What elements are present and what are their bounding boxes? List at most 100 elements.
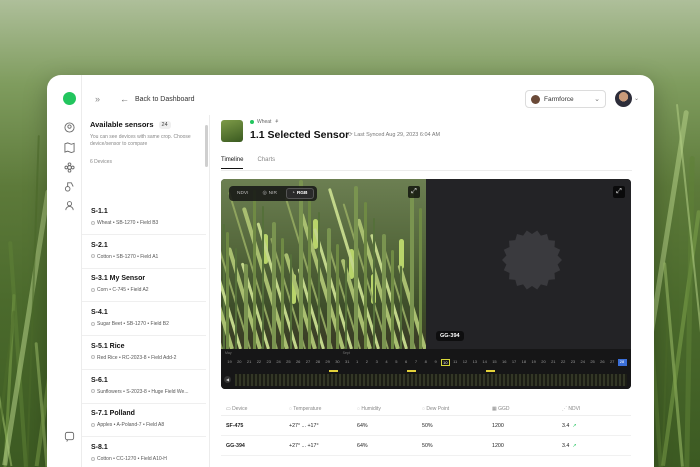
sensor-name: S-4.1 bbox=[91, 309, 108, 317]
sensor-list-item[interactable]: S-3.1 My Sensor Corn • C-745 • Field A2 bbox=[82, 269, 206, 303]
expand-sidebar-icon[interactable]: » bbox=[95, 94, 100, 104]
crop-dot-icon bbox=[91, 422, 95, 427]
timeline-day[interactable]: 30 bbox=[333, 359, 342, 366]
timeline-day[interactable]: 6 bbox=[402, 359, 411, 366]
timeline-day[interactable]: 22 bbox=[254, 359, 263, 366]
timeline-day[interactable]: 21 bbox=[245, 359, 254, 366]
sensor-list-item[interactable]: S-7.1 Polland Apples • A-Poland-7 • Field… bbox=[82, 404, 206, 438]
column-header-label: Temperature bbox=[293, 405, 322, 412]
sensor-meta: Red Rice • RC-2023-8 • Field Add-2 bbox=[91, 355, 197, 361]
table-header: ▭ Device ◌ Temperature ◌ Humidity ◌ Dew Poi… bbox=[221, 402, 631, 416]
timeline-day[interactable]: 26 bbox=[598, 359, 607, 366]
farm-select[interactable]: Farmforce ⌄ bbox=[525, 90, 606, 108]
timeline-day[interactable]: 9 bbox=[431, 359, 440, 366]
sensor-list-item[interactable]: S-1.1 Wheat • SB-1270 • Field B3 bbox=[82, 202, 206, 235]
timeline-day[interactable]: 24 bbox=[578, 359, 587, 366]
timeline-day[interactable]: 2 bbox=[362, 359, 371, 366]
timeline-day[interactable]: 12 bbox=[461, 359, 470, 366]
mode-ndvi[interactable]: NDVI bbox=[232, 189, 253, 198]
timeline-day[interactable]: 7 bbox=[411, 359, 420, 366]
timeline-day[interactable]: 15 bbox=[490, 359, 499, 366]
timeline-day[interactable]: 1 bbox=[353, 359, 362, 366]
back-to-dashboard-link[interactable]: ← Back to Dashboard bbox=[120, 94, 195, 104]
table-row[interactable]: SF-475 +27° ... +17° 64% 50% 1200 3.4 ↗ bbox=[221, 416, 631, 436]
tab-timeline[interactable]: Timeline bbox=[221, 157, 244, 169]
wheat-leaf bbox=[308, 196, 312, 349]
sensor-list-item[interactable]: S-8.1 Cotton • CC-1270 • Field A10-H bbox=[82, 438, 206, 467]
timeline-day[interactable]: 25 bbox=[588, 359, 597, 366]
timeline-day[interactable]: 10 bbox=[440, 359, 450, 366]
timeline-day[interactable]: 28 bbox=[313, 359, 322, 366]
crop-photo[interactable]: NDVI ◎ NIR ◔ RGB ⤢ bbox=[221, 179, 426, 349]
user-avatar[interactable] bbox=[615, 90, 632, 107]
sensor-name: S-8.1 bbox=[91, 443, 108, 451]
timeline-day[interactable]: 17 bbox=[510, 359, 519, 366]
timeline-day[interactable]: 24 bbox=[274, 359, 283, 366]
wheat-leaf bbox=[326, 228, 331, 349]
user-icon[interactable] bbox=[64, 200, 75, 211]
timeline-day[interactable]: 23 bbox=[264, 359, 273, 366]
last-synced: ⟳ Last Synced Aug 29, 2023 6:04 AM bbox=[348, 132, 440, 138]
timeline-day[interactable]: 31 bbox=[343, 359, 352, 366]
chevron-down-icon[interactable]: ⌄ bbox=[634, 95, 639, 102]
timeline-day[interactable]: 29 bbox=[323, 359, 332, 366]
timeline-day[interactable]: 26 bbox=[294, 359, 303, 366]
sensor-name: S-6.1 bbox=[91, 376, 108, 384]
table-row[interactable]: GG-394 +27° ... +17° 64% 50% 1200 3.4 ↗ bbox=[221, 436, 631, 456]
plant-icon[interactable] bbox=[64, 162, 75, 173]
timeline-day[interactable]: 28 bbox=[617, 359, 627, 366]
placeholder-image-icon bbox=[502, 230, 562, 290]
timeline-track[interactable] bbox=[235, 374, 627, 386]
chat-icon[interactable] bbox=[64, 431, 75, 442]
timeline-day[interactable]: 5 bbox=[392, 359, 401, 366]
timeline-day[interactable]: 23 bbox=[568, 359, 577, 366]
column-header: ▦ GGD bbox=[492, 406, 562, 412]
nir-icon: ◎ bbox=[262, 191, 267, 196]
timeline-day[interactable]: 11 bbox=[451, 359, 460, 366]
sensor-list-item[interactable]: S-6.1 Sunflowers • S-2023-8 • Huge Field … bbox=[82, 371, 206, 404]
sensor-list-item[interactable]: S-5.1 Rice Red Rice • RC-2023-8 • Field A… bbox=[82, 337, 206, 370]
timeline-day[interactable]: 25 bbox=[284, 359, 293, 366]
timeline-day[interactable]: 3 bbox=[372, 359, 381, 366]
timeline-marker bbox=[329, 370, 338, 372]
timeline[interactable]: May Sept 19 20 21 22 23 24 25 26 27 28 29 30 31 1 2 3 4 5… bbox=[221, 349, 631, 389]
timeline-day[interactable]: 19 bbox=[529, 359, 538, 366]
table-cell-text: 50% bbox=[422, 442, 433, 449]
wheat-leaf bbox=[382, 234, 386, 349]
chevron-left-icon[interactable]: ◀ bbox=[224, 376, 231, 383]
column-header: ◌ Dew Point bbox=[422, 406, 492, 412]
image-viewer: NDVI ◎ NIR ◔ RGB ⤢ ⤢ GG-394 May Sept 19 20 2… bbox=[221, 179, 631, 389]
timeline-day[interactable]: 27 bbox=[304, 359, 313, 366]
timeline-day[interactable]: 16 bbox=[500, 359, 509, 366]
tractor-icon[interactable] bbox=[64, 181, 75, 192]
wheat-leaf bbox=[253, 190, 257, 349]
sensor-meta: Sunflowers • S-2023-8 • Huge Field We... bbox=[91, 389, 197, 395]
fullscreen-icon[interactable]: ⤢ bbox=[613, 186, 625, 198]
wheat-leaf bbox=[244, 264, 248, 349]
scrollbar[interactable] bbox=[205, 125, 208, 167]
timeline-day[interactable]: 20 bbox=[539, 359, 548, 366]
column-header-label: Humidity bbox=[361, 405, 381, 412]
timeline-day[interactable]: 21 bbox=[549, 359, 558, 366]
fullscreen-icon[interactable]: ⤢ bbox=[408, 186, 420, 198]
dashboard-icon[interactable] bbox=[64, 122, 75, 133]
table-cell: 50% bbox=[422, 423, 492, 429]
wheat-leaf bbox=[317, 212, 320, 349]
timeline-day[interactable]: 4 bbox=[382, 359, 391, 366]
sensor-list-item[interactable]: S-4.1 Sugar Beet • SB-1270 • Field B2 bbox=[82, 303, 206, 337]
timeline-day[interactable]: 19 bbox=[225, 359, 234, 366]
map-icon[interactable] bbox=[64, 142, 75, 153]
timeline-day[interactable]: 22 bbox=[559, 359, 568, 366]
timeline-day[interactable]: 27 bbox=[608, 359, 617, 366]
timeline-day[interactable]: 14 bbox=[480, 359, 489, 366]
mode-rgb[interactable]: ◔ RGB bbox=[285, 188, 314, 199]
tab-charts[interactable]: Charts bbox=[257, 157, 275, 169]
timeline-day[interactable]: 20 bbox=[235, 359, 244, 366]
mode-nir[interactable]: ◎ NIR bbox=[257, 189, 281, 198]
trend-up-icon: ↗ bbox=[572, 442, 577, 449]
sensor-list-item[interactable]: S-2.1 Cotton • SB-1270 • Field A1 bbox=[82, 236, 206, 269]
compare-pane[interactable]: ⤢ GG-394 bbox=[426, 179, 631, 349]
timeline-day[interactable]: 13 bbox=[470, 359, 479, 366]
timeline-day[interactable]: 8 bbox=[421, 359, 430, 366]
timeline-day[interactable]: 18 bbox=[519, 359, 528, 366]
